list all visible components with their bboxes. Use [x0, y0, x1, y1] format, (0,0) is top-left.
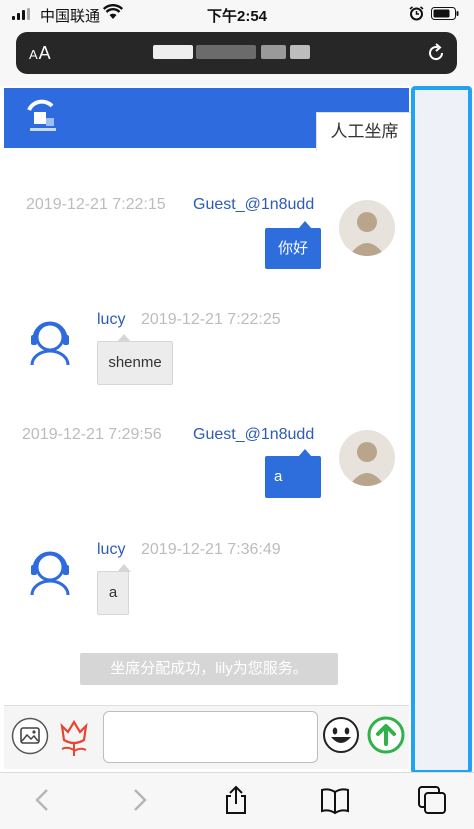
message-input[interactable] — [103, 711, 318, 763]
book-icon[interactable] — [320, 785, 350, 815]
tabs-icon[interactable] — [417, 785, 447, 815]
share-icon[interactable] — [222, 785, 250, 815]
message-time: 2019-12-21 7:36:49 — [141, 541, 281, 558]
system-notice: 坐席分配成功，lily为您服务。 — [80, 653, 338, 685]
alarm-clock-icon — [409, 6, 424, 21]
browser-url-bar: AA — [0, 28, 474, 86]
message-bubble: a — [265, 456, 321, 498]
message-sender: lucy — [97, 311, 126, 328]
battery-icon — [431, 7, 459, 20]
browser-toolbar — [0, 772, 474, 829]
headset-avatar-icon — [30, 551, 70, 596]
guest-avatar — [339, 430, 395, 486]
obscured-url — [261, 45, 286, 59]
message-sender: Guest_@1n8udd — [193, 196, 315, 213]
text-size-button[interactable]: AA — [29, 43, 52, 64]
arrow-up-icon[interactable] — [367, 716, 405, 754]
logo-icon — [27, 99, 56, 131]
flower-icon[interactable] — [53, 716, 95, 758]
address-field[interactable]: AA — [16, 32, 457, 74]
headset-avatar-icon — [30, 321, 70, 366]
message-bubble: a — [97, 571, 129, 615]
obscured-url — [290, 45, 310, 59]
chevron-left-icon[interactable] — [29, 785, 57, 815]
message-bubble: shenme — [97, 341, 173, 385]
reload-icon[interactable] — [426, 43, 446, 63]
guest-avatar — [339, 200, 395, 256]
message-bubble: 你好 — [265, 228, 321, 269]
message-sender: Guest_@1n8udd — [193, 426, 315, 443]
message-sender: lucy — [97, 541, 126, 558]
status-bar: 中国联通 下午2:54 — [0, 0, 474, 28]
status-time: 下午2:54 — [206, 8, 268, 25]
highlight-frame — [411, 86, 472, 774]
obscured-url — [153, 45, 193, 59]
message-time: 2019-12-21 7:22:25 — [141, 311, 281, 328]
chevron-right-icon[interactable] — [125, 785, 153, 815]
tab-agent[interactable]: 人工坐席 — [316, 112, 413, 151]
obscured-url — [196, 45, 256, 59]
message-time: 2019-12-21 7:22:15 — [26, 196, 166, 213]
message-time: 2019-12-21 7:29:56 — [22, 426, 162, 443]
smiley-icon[interactable] — [322, 716, 360, 754]
image-icon[interactable] — [11, 717, 49, 755]
